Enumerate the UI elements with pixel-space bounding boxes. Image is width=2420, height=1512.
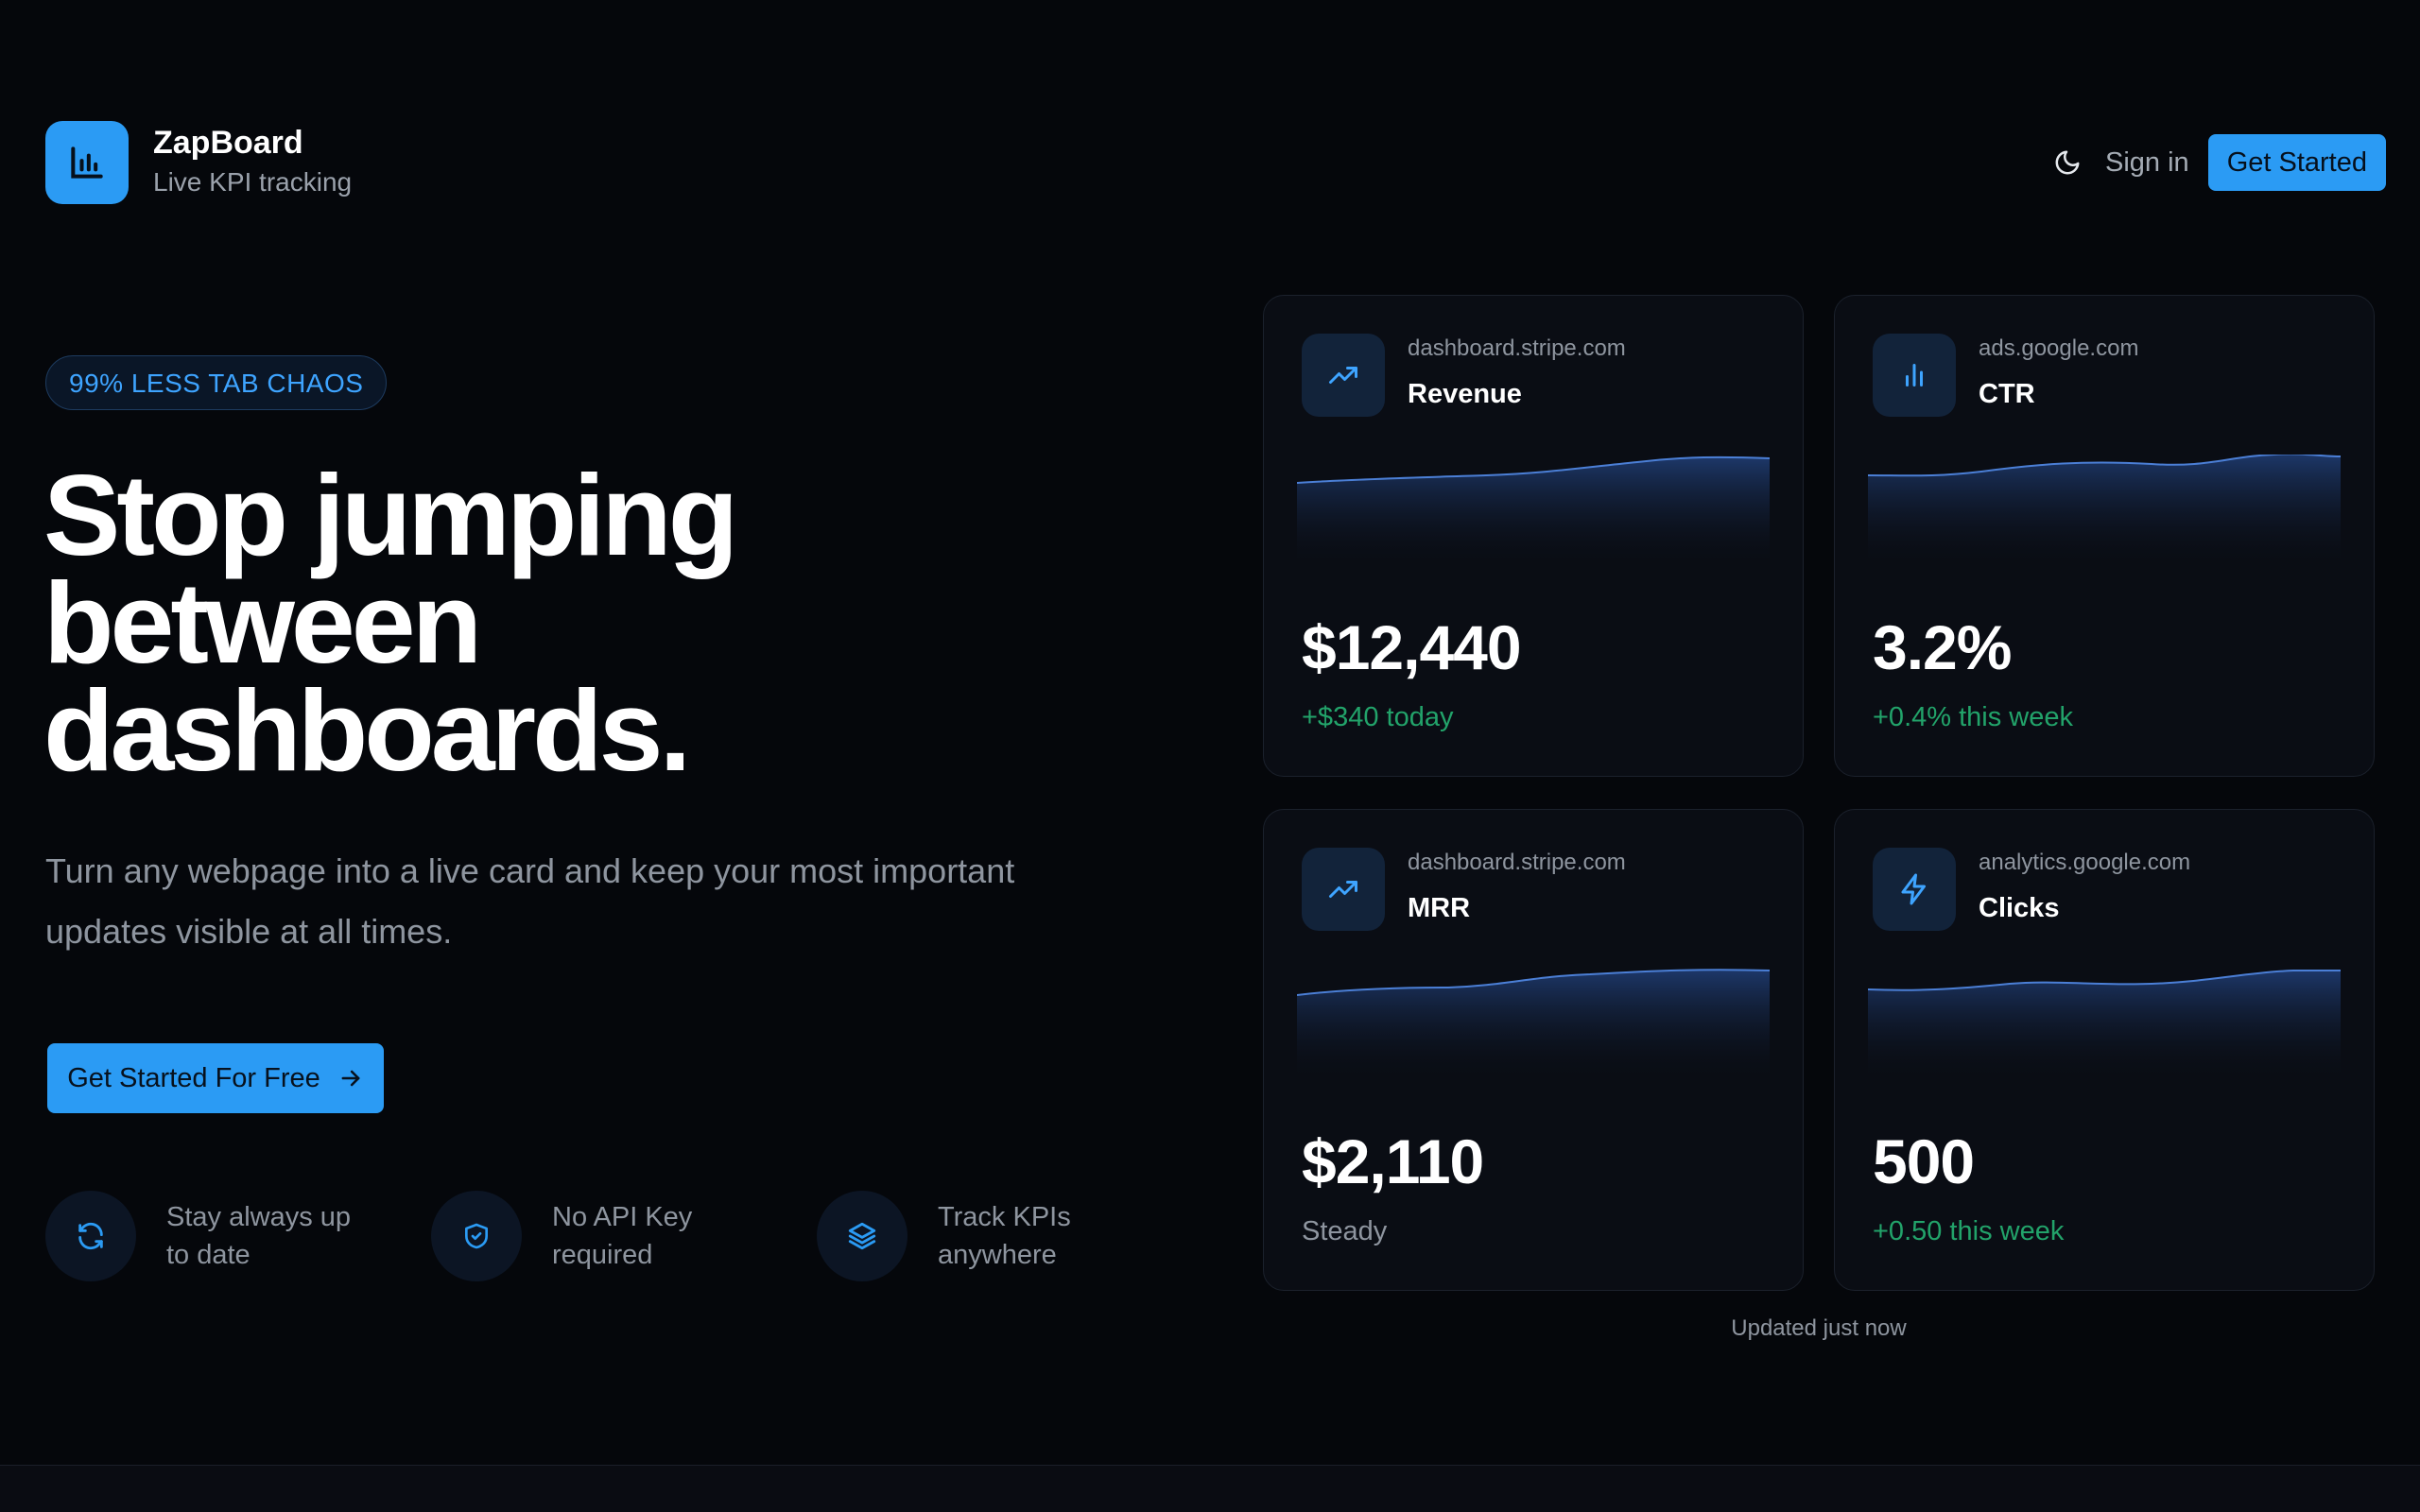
card-value: $12,440 <box>1302 612 1522 682</box>
feature-line-2: required <box>552 1240 653 1270</box>
card-delta: +$340 today <box>1302 702 1454 732</box>
sign-in-link[interactable]: Sign in <box>2105 147 2189 179</box>
card-value: 500 <box>1873 1126 1975 1196</box>
brand[interactable]: ZapBoard Live KPI tracking <box>45 121 352 204</box>
zap-icon <box>1873 848 1956 931</box>
card-sparkline <box>1868 970 2341 1082</box>
theme-toggle-moon-icon[interactable] <box>2047 142 2088 183</box>
brand-tagline: Live KPI tracking <box>153 167 353 197</box>
get-started-free-button[interactable]: Get Started For Free <box>47 1043 384 1113</box>
card-source: dashboard.stripe.com <box>1408 335 1626 361</box>
card-delta: +0.50 this week <box>1873 1216 2065 1246</box>
hero-badge: 99% LESS TAB CHAOS <box>45 355 388 410</box>
bar-chart-icon <box>1873 334 1956 417</box>
card-value: 3.2% <box>1873 612 2012 682</box>
card-sparkline <box>1297 455 1770 568</box>
headline-line-3: dashboards. <box>43 666 691 795</box>
feature-line-1: No API Key <box>552 1202 693 1232</box>
feature-item: Stay always up to date <box>45 1191 431 1281</box>
feature-text: Track KPIs anywhere <box>938 1198 1155 1274</box>
card-source: analytics.google.com <box>1979 850 2191 875</box>
card-title: MRR <box>1408 893 1471 923</box>
card-title: CTR <box>1979 379 2035 409</box>
top-nav: Sign in Get Started <box>2047 134 2386 191</box>
card-sparkline <box>1868 455 2341 568</box>
card-sparkline <box>1297 969 1770 1082</box>
hero-subtext: Turn any webpage into a live card and ke… <box>45 851 1015 951</box>
kpi-card-clicks[interactable]: analytics.google.com Clicks 500 +0.50 th… <box>1834 809 2375 1291</box>
layers-icon <box>817 1191 908 1281</box>
card-value: $2,110 <box>1302 1126 1484 1196</box>
feature-line-2: to date <box>166 1240 251 1270</box>
brand-name: ZapBoard <box>153 125 303 161</box>
card-source: dashboard.stripe.com <box>1408 850 1626 875</box>
feature-item: Track KPIs anywhere <box>817 1191 1202 1281</box>
kpi-card-revenue[interactable]: dashboard.stripe.com Revenue $12,440 +$3… <box>1263 295 1804 777</box>
feature-text: Stay always up to date <box>166 1198 384 1274</box>
footer-bar <box>0 1465 2420 1512</box>
updated-status: Updated just now <box>1731 1315 1907 1341</box>
kpi-card-ctr[interactable]: ads.google.com CTR 3.2% +0.4% this week <box>1834 295 2375 777</box>
trending-up-icon <box>1302 334 1385 417</box>
feature-text: No API Key required <box>552 1198 769 1274</box>
feature-list: Stay always up to date No API Key requir… <box>45 1191 1202 1281</box>
card-title: Clicks <box>1979 893 2060 923</box>
get-started-button[interactable]: Get Started <box>2207 134 2386 191</box>
card-title: Revenue <box>1408 379 1522 409</box>
shield-check-icon <box>431 1191 522 1281</box>
kpi-card-mrr[interactable]: dashboard.stripe.com MRR $2,110 Steady <box>1263 809 1804 1291</box>
brand-text: ZapBoard Live KPI tracking <box>153 124 352 201</box>
card-delta: +0.4% this week <box>1873 702 2073 732</box>
feature-line-1: Stay always up <box>166 1202 352 1232</box>
card-delta: Steady <box>1302 1216 1388 1246</box>
card-source: ads.google.com <box>1979 335 2139 361</box>
feature-item: No API Key required <box>431 1191 817 1281</box>
arrow-right-icon <box>337 1065 364 1091</box>
cta-label: Get Started For Free <box>67 1062 320 1093</box>
feature-line-2: anywhere <box>938 1240 1057 1270</box>
feature-line-1: Track KPIs <box>938 1202 1071 1232</box>
bar-chart-logo-icon <box>45 121 129 204</box>
refresh-icon <box>45 1191 136 1281</box>
hero-headline: Stop jumping between dashboards. <box>43 457 1083 788</box>
trending-up-icon <box>1302 848 1385 931</box>
